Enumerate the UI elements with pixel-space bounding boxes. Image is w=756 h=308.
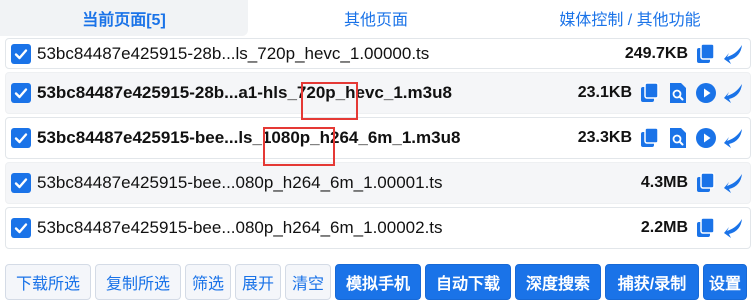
auto-download-button[interactable]: 自动下载	[425, 264, 511, 300]
deep-search-button[interactable]: 深度搜索	[515, 264, 601, 300]
highlight-box-1080p	[263, 127, 335, 166]
file-name: 53bc84487e425915-bee...080p_h264_6m_1.00…	[37, 173, 443, 192]
tab-current-page[interactable]: 当前页面[5]	[0, 0, 248, 36]
download-icon[interactable]	[722, 81, 746, 105]
copy-icon[interactable]	[694, 216, 718, 240]
capture-record-button[interactable]: 捕获/录制	[605, 264, 699, 300]
file-name: 53bc84487e425915-28b...ls_720p_hevc_1.00…	[37, 43, 430, 63]
resource-row[interactable]: 53bc84487e425915-28b...ls_720p_hevc_1.00…	[5, 38, 751, 69]
resource-row[interactable]: 53bc84487e425915-bee...080p_h264_6m_1.00…	[5, 207, 751, 249]
play-icon[interactable]	[694, 126, 718, 150]
check-icon	[14, 178, 28, 189]
preview-search-icon[interactable]	[666, 126, 690, 150]
download-icon[interactable]	[722, 42, 746, 66]
download-icon[interactable]	[722, 126, 746, 150]
copy-icon[interactable]	[694, 171, 718, 195]
resource-row[interactable]: 53bc84487e425915-bee...080p_h264_6m_1.00…	[5, 162, 751, 204]
expand-button[interactable]: 展开	[235, 264, 281, 300]
tab-bar: 当前页面[5] 其他页面 媒体控制 / 其他功能	[0, 0, 756, 36]
check-icon	[14, 133, 28, 144]
action-button-bar: 下载所选 复制所选 筛选 展开 清空 模拟手机 自动下载 深度搜索 捕获/录制 …	[5, 264, 751, 300]
copy-icon[interactable]	[638, 126, 662, 150]
row-checkbox[interactable]	[11, 43, 31, 64]
file-size: 2.2MB	[640, 219, 688, 236]
check-icon	[14, 48, 28, 59]
filter-button[interactable]: 筛选	[185, 264, 231, 300]
highlight-box-720p	[301, 82, 358, 120]
tab-media-control[interactable]: 媒体控制 / 其他功能	[504, 0, 756, 36]
row-checkbox[interactable]	[11, 218, 31, 238]
copy-selected-button[interactable]: 复制所选	[95, 264, 181, 300]
file-size: 23.3KB	[577, 129, 632, 146]
mobile-sim-button[interactable]: 模拟手机	[335, 264, 421, 300]
download-selected-button[interactable]: 下载所选	[5, 264, 91, 300]
row-checkbox[interactable]	[11, 128, 31, 148]
row-checkbox[interactable]	[11, 83, 31, 103]
copy-icon[interactable]	[638, 81, 662, 105]
copy-icon[interactable]	[694, 42, 718, 66]
check-icon	[14, 88, 28, 99]
resource-row[interactable]: 53bc84487e425915-28b...a1-hls_720p_hevc_…	[5, 72, 751, 114]
clear-button[interactable]: 清空	[285, 264, 331, 300]
play-icon[interactable]	[694, 81, 718, 105]
file-size: 4.3MB	[640, 174, 688, 191]
resource-list: 53bc84487e425915-28b...ls_720p_hevc_1.00…	[5, 38, 751, 252]
download-icon[interactable]	[722, 216, 746, 240]
tab-other-pages[interactable]: 其他页面	[248, 0, 504, 36]
file-size: 23.1KB	[577, 84, 632, 101]
check-icon	[14, 223, 28, 234]
row-checkbox[interactable]	[11, 173, 31, 193]
file-name: 53bc84487e425915-bee...080p_h264_6m_1.00…	[37, 218, 443, 237]
download-icon[interactable]	[722, 171, 746, 195]
settings-button[interactable]: 设置	[703, 264, 747, 300]
preview-search-icon[interactable]	[666, 81, 690, 105]
file-size: 249.7KB	[624, 44, 688, 62]
resource-row[interactable]: 53bc84487e425915-bee...ls_1080p_h264_6m_…	[5, 117, 751, 159]
